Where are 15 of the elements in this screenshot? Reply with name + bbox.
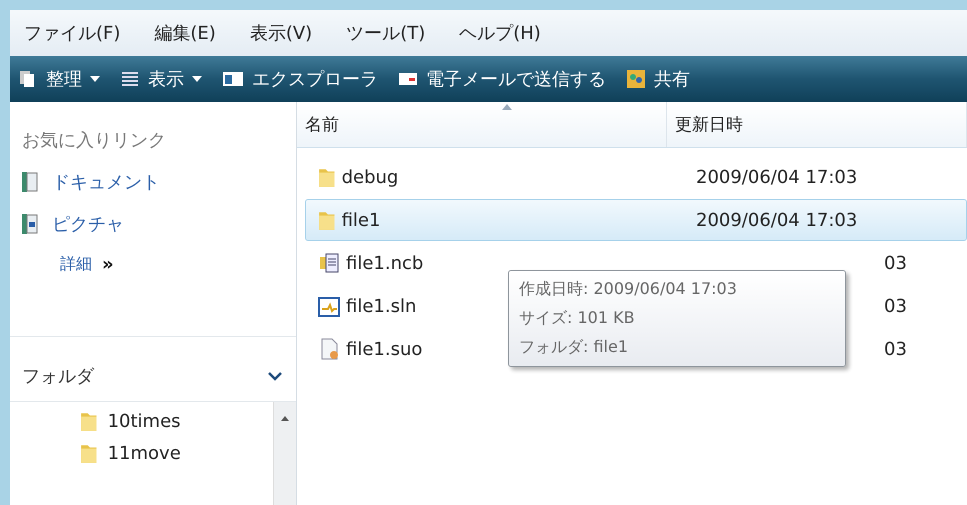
tooltip-text: フォルダ: file1 bbox=[519, 337, 630, 358]
folders-title: フォルダ bbox=[22, 365, 94, 388]
tooltip-text: 作成日時: 2009/06/04 17:03 bbox=[519, 279, 738, 300]
file-name: file1.suo bbox=[346, 338, 422, 360]
modified-date: 2009/06/04 17:03 bbox=[695, 166, 858, 188]
file-name: file1.ncb bbox=[346, 252, 424, 274]
modified-date: 03 bbox=[883, 296, 907, 316]
modified-date: 03 bbox=[883, 252, 907, 274]
tooltip-text: サイズ: 101 KB bbox=[519, 308, 636, 329]
file-name: file1.sln bbox=[346, 296, 416, 316]
file-name: debug bbox=[342, 166, 398, 188]
favorites-title: お気に入りリンク bbox=[22, 129, 167, 152]
modified-date: 03 bbox=[883, 338, 907, 360]
file-name: file1 bbox=[342, 210, 380, 230]
modified-date: 2009/06/04 17:03 bbox=[695, 210, 858, 230]
